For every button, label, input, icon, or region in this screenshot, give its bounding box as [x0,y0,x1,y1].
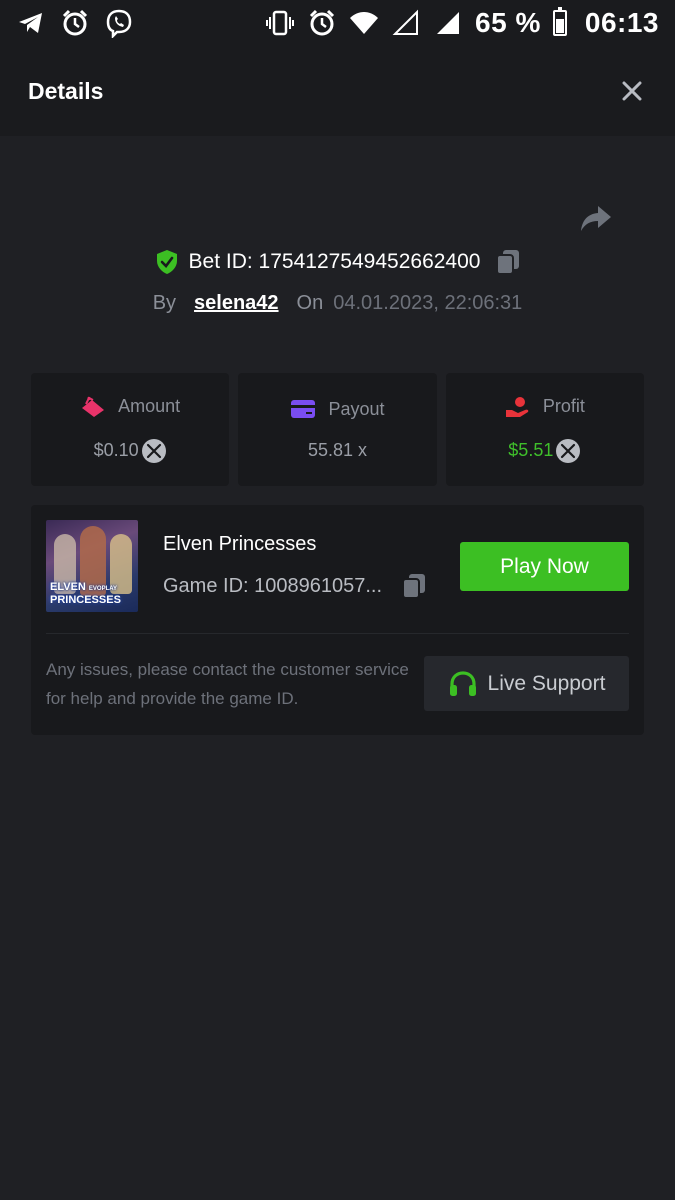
vibrate-icon [266,10,295,36]
divider [46,633,629,634]
details-header: Details [0,46,675,136]
game-title: Elven Princesses [163,533,317,555]
close-icon [622,81,642,101]
game-card: ELVEN EVOPLAY PRINCESSES Elven Princesse… [31,505,644,735]
wifi-icon [350,12,379,34]
on-label: On [296,291,324,314]
status-bar: 65 % 06:13 [0,0,675,46]
bet-datetime: 04.01.2023, 22:06:31 [333,291,523,314]
username-link[interactable]: selena42 [194,292,279,315]
alarm-icon [309,9,335,36]
copy-bet-id-icon[interactable] [496,249,520,275]
clock: 06:13 [584,7,659,38]
verified-shield-icon [156,250,177,274]
stat-card-payout: Payout 55.81 x [238,373,437,486]
live-support-button[interactable]: Live Support [424,656,629,711]
battery-percent: 65 % [475,7,541,38]
stat-label: Amount [118,396,181,416]
stat-label: Profit [542,396,585,416]
copy-game-id-icon[interactable] [402,573,426,599]
headset-icon [449,670,476,696]
battery-icon [552,7,567,36]
live-support-label: Live Support [487,671,606,695]
stat-label: Payout [328,398,385,419]
support-help-text: Any issues, please contact the customer … [46,660,409,708]
share-icon [581,206,611,231]
amount-tag-icon [82,396,105,417]
game-id: Game ID: 1008961057... [163,574,383,597]
by-label: By [152,291,177,314]
game-thumbnail[interactable]: ELVEN EVOPLAY PRINCESSES [46,520,138,612]
bet-id-row: Bet ID: 1754127549452662400 [0,246,675,278]
alarm-icon [62,9,88,36]
stat-value: 55.81 x [307,439,368,460]
bet-id: Bet ID: 1754127549452662400 [188,250,481,273]
signal-icon [437,12,460,34]
hand-coin-icon [505,396,529,417]
card-icon [291,400,316,418]
stat-card-profit: Profit $5.51 [445,373,644,486]
stat-card-amount: Amount $0.10 [31,373,230,486]
stat-value: $5.51 [508,440,554,460]
telegram-icon [19,13,42,33]
signal-empty-icon [392,9,419,35]
play-now-button[interactable]: Play Now [460,542,629,591]
close-button[interactable] [617,76,647,106]
xrp-coin-icon [141,438,166,463]
share-button[interactable] [578,202,614,236]
viber-icon [106,9,132,38]
xrp-coin-icon [556,438,581,463]
page-title: Details [28,77,104,104]
stat-value: $0.10 [93,440,139,460]
bet-meta-row: By selena42 On 04.01.2023, 22:06:31 [0,288,675,318]
stats-row: Amount $0.10 Payout 55.81 x Profit $5.51 [31,373,644,486]
thumbnail-logo: ELVEN EVOPLAY PRINCESSES [50,581,121,606]
